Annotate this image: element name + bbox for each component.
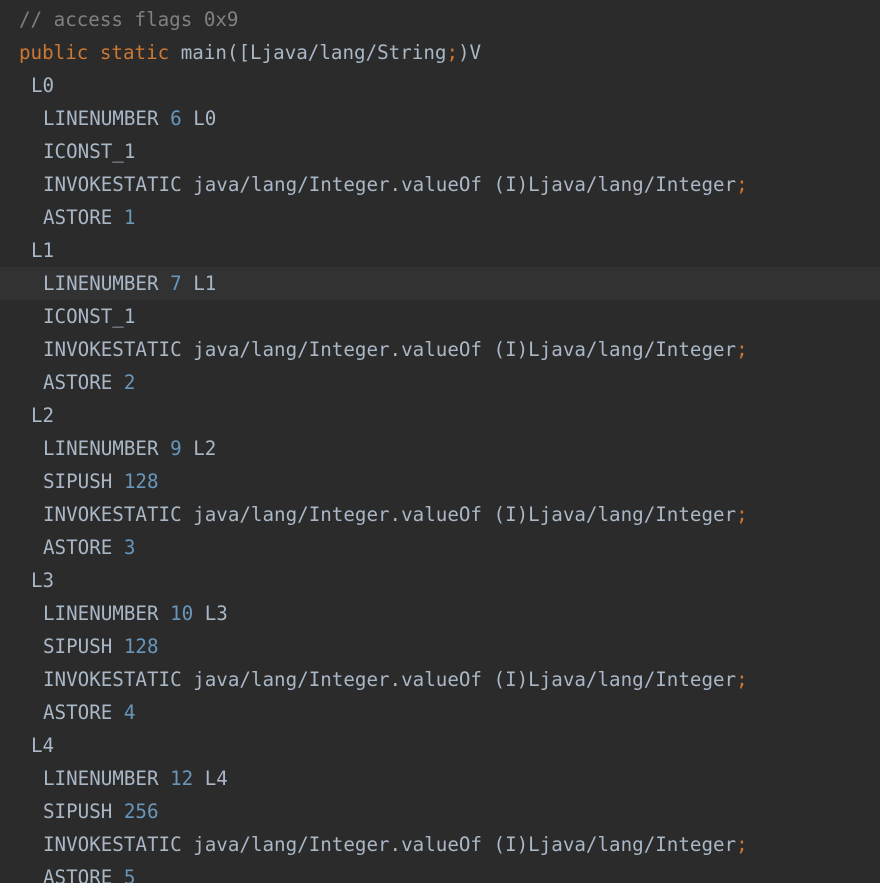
code-token-punct: ;: [736, 338, 748, 361]
code-token-plain: SIPUSH: [43, 470, 124, 493]
code-token-number: 9: [170, 437, 182, 460]
code-token-plain: INVOKESTATIC java/lang/Integer.valueOf (…: [43, 173, 737, 196]
code-token-plain: INVOKESTATIC java/lang/Integer.valueOf (…: [43, 338, 737, 361]
code-line[interactable]: ASTORE 3: [0, 531, 880, 564]
code-token-punct: ;: [736, 833, 748, 856]
code-token-plain: L3: [31, 569, 55, 592]
code-token-plain: INVOKESTATIC java/lang/Integer.valueOf (…: [43, 668, 737, 691]
bytecode-editor[interactable]: // access flags 0x9 public static main([L…: [0, 0, 880, 883]
code-token-plain: L4: [193, 767, 228, 790]
code-token-plain: LINENUMBER: [43, 767, 171, 790]
code-token-plain: L2: [31, 404, 55, 427]
code-line[interactable]: INVOKESTATIC java/lang/Integer.valueOf (…: [0, 168, 880, 201]
code-line[interactable]: public static main([Ljava/lang/String;)V: [0, 36, 880, 69]
code-line[interactable]: SIPUSH 256: [0, 795, 880, 828]
code-line[interactable]: ASTORE 4: [0, 696, 880, 729]
code-token-punct: ;: [446, 41, 458, 64]
code-line[interactable]: ICONST_1: [0, 300, 880, 333]
code-line[interactable]: INVOKESTATIC java/lang/Integer.valueOf (…: [0, 498, 880, 531]
code-token-plain: L1: [31, 239, 55, 262]
code-line[interactable]: L3: [0, 564, 880, 597]
code-token-number: 12: [170, 767, 194, 790]
code-token-keyword: public: [19, 41, 89, 64]
code-token-plain: LINENUMBER: [43, 107, 171, 130]
code-token-plain: LINENUMBER: [43, 602, 171, 625]
code-line[interactable]: ASTORE 2: [0, 366, 880, 399]
code-token-plain: L0: [31, 74, 55, 97]
code-token-number: 128: [123, 470, 159, 493]
code-token-number: 1: [123, 206, 136, 229]
code-token-plain: LINENUMBER: [43, 272, 171, 295]
code-line[interactable]: ASTORE 1: [0, 201, 880, 234]
code-token-plain: L0: [181, 107, 217, 130]
code-line[interactable]: LINENUMBER 9 L2: [0, 432, 880, 465]
code-token-plain: INVOKESTATIC java/lang/Integer.valueOf (…: [43, 833, 737, 856]
code-token-number: 10: [170, 602, 194, 625]
code-token-plain: SIPUSH: [43, 800, 124, 823]
code-line[interactable]: LINENUMBER 6 L0: [0, 102, 880, 135]
code-token-number: 256: [123, 800, 159, 823]
code-token-plain: ASTORE: [43, 866, 124, 883]
code-token-plain: L3: [193, 602, 228, 625]
code-token-number: 6: [170, 107, 182, 130]
code-token-number: 4: [123, 701, 136, 724]
code-token-plain: ICONST_1: [43, 140, 136, 163]
code-line[interactable]: INVOKESTATIC java/lang/Integer.valueOf (…: [0, 663, 880, 696]
code-token-keyword: static: [99, 41, 170, 64]
code-line[interactable]: // access flags 0x9: [0, 3, 880, 36]
code-line[interactable]: L0: [0, 69, 880, 102]
code-token-plain: LINENUMBER: [43, 437, 171, 460]
code-line[interactable]: LINENUMBER 12 L4: [0, 762, 880, 795]
code-token-number: 5: [123, 866, 136, 883]
code-token-plain: ASTORE: [43, 701, 124, 724]
code-line[interactable]: SIPUSH 128: [0, 630, 880, 663]
code-line[interactable]: ICONST_1: [0, 135, 880, 168]
code-line[interactable]: INVOKESTATIC java/lang/Integer.valueOf (…: [0, 828, 880, 861]
code-token-number: 3: [123, 536, 136, 559]
code-line[interactable]: L1: [0, 234, 880, 267]
code-token-plain: )V: [458, 41, 482, 64]
code-line[interactable]: LINENUMBER 10 L3: [0, 597, 880, 630]
code-token-number: 7: [170, 272, 182, 295]
code-line[interactable]: L2: [0, 399, 880, 432]
code-token-plain: ASTORE: [43, 536, 124, 559]
code-token-punct: ;: [736, 173, 748, 196]
code-token-plain: L1: [181, 272, 217, 295]
code-token-number: 2: [123, 371, 136, 394]
code-token-plain: L4: [31, 734, 55, 757]
code-line[interactable]: INVOKESTATIC java/lang/Integer.valueOf (…: [0, 333, 880, 366]
code-token-punct: ;: [736, 503, 748, 526]
code-token-plain: main([Ljava/lang/String: [169, 41, 447, 64]
code-token-plain: ASTORE: [43, 371, 124, 394]
code-token-plain: ICONST_1: [43, 305, 136, 328]
code-line[interactable]: ASTORE 5: [0, 861, 880, 883]
code-token-comment: // access flags 0x9: [19, 8, 239, 31]
code-token-plain: SIPUSH: [43, 635, 124, 658]
code-token-punct: ;: [736, 668, 748, 691]
code-token-plain: ASTORE: [43, 206, 124, 229]
code-token-plain: INVOKESTATIC java/lang/Integer.valueOf (…: [43, 503, 737, 526]
current-code-line[interactable]: LINENUMBER 7 L1: [0, 267, 880, 300]
code-line[interactable]: L4: [0, 729, 880, 762]
code-token-plain: L2: [181, 437, 217, 460]
code-token-number: 128: [123, 635, 159, 658]
code-line[interactable]: SIPUSH 128: [0, 465, 880, 498]
